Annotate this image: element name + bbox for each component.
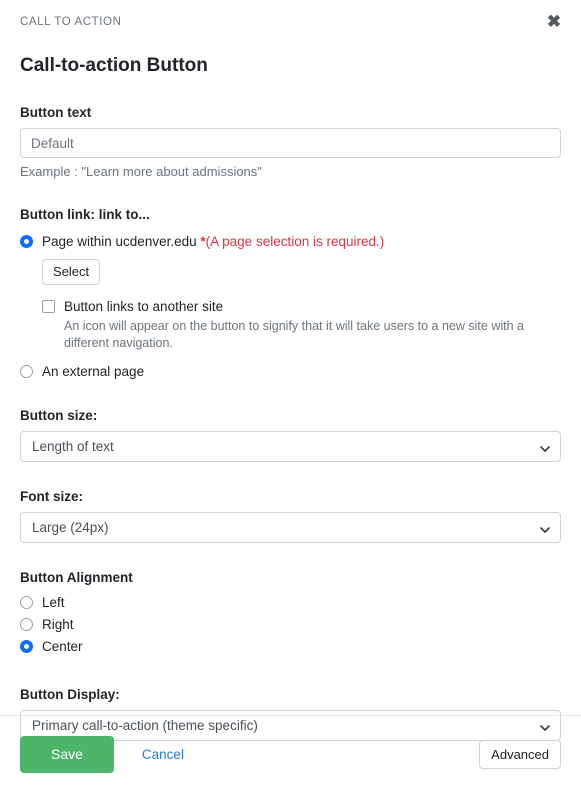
radio-external-page-label: An external page <box>42 364 145 379</box>
button-text-field-group: Button text Example : "Learn more about … <box>20 104 561 180</box>
button-link-label: Button link: link to... <box>20 207 150 222</box>
save-button[interactable]: Save <box>20 735 114 773</box>
radio-right-label: Right <box>42 617 74 632</box>
button-text-input[interactable] <box>20 128 561 158</box>
checkbox-another-site-label: Button links to another site <box>64 299 224 314</box>
button-text-help: Example : "Learn more about admissions" <box>20 164 262 179</box>
another-site-description: An icon will appear on the button to sig… <box>64 319 524 350</box>
font-size-select-wrap: Large (24px) <box>20 512 561 543</box>
radio-option-internal-page[interactable]: Page within ucdenver.edu *(A page select… <box>20 232 561 251</box>
advanced-button[interactable]: Advanced <box>479 739 561 769</box>
radio-center-label: Center <box>42 639 83 654</box>
button-link-field-group: Button link: link to... Page within ucde… <box>20 206 561 381</box>
required-message: *(A page selection is required.) <box>200 234 384 249</box>
radio-internal-page-label: Page within ucdenver.edu *(A page select… <box>42 232 384 251</box>
radio-option-right[interactable]: Right <box>20 615 561 634</box>
button-size-label: Button size: <box>20 408 98 423</box>
modal-eyebrow-label: CALL TO ACTION <box>20 16 122 28</box>
font-size-field-group: Font size: Large (24px) <box>20 488 561 543</box>
alignment-options: Left Right Center <box>20 593 561 656</box>
font-size-label: Font size: <box>20 489 83 504</box>
cancel-button[interactable]: Cancel <box>136 744 190 765</box>
close-icon[interactable]: ✖ <box>543 10 565 32</box>
font-size-select[interactable]: Large (24px) <box>20 512 561 543</box>
checkbox-option-another-site[interactable]: Button links to another site <box>42 297 561 316</box>
radio-external-page-icon[interactable] <box>20 365 33 378</box>
required-text: (A page selection is required.) <box>205 234 385 249</box>
modal-footer: Save Cancel Advanced <box>0 716 581 792</box>
modal-body: Call-to-action Button Button text Exampl… <box>0 54 581 741</box>
button-size-select-wrap: Length of text <box>20 431 561 462</box>
radio-internal-page-text: Page within ucdenver.edu <box>42 234 197 249</box>
button-display-label: Button Display: <box>20 687 120 702</box>
radio-internal-page-icon[interactable] <box>20 235 33 248</box>
select-page-button[interactable]: Select <box>42 259 101 285</box>
checkbox-another-site-icon[interactable] <box>42 300 55 313</box>
call-to-action-modal: CALL TO ACTION ✖ Call-to-action Button B… <box>0 0 581 792</box>
radio-option-left[interactable]: Left <box>20 593 561 612</box>
button-size-select[interactable]: Length of text <box>20 431 561 462</box>
button-size-field-group: Button size: Length of text <box>20 407 561 462</box>
button-alignment-field-group: Button Alignment Left Right Center <box>20 569 561 656</box>
button-text-label: Button text <box>20 105 92 120</box>
radio-left-icon[interactable] <box>20 596 33 609</box>
page-title: Call-to-action Button <box>20 55 208 76</box>
button-alignment-label: Button Alignment <box>20 570 133 585</box>
radio-option-center[interactable]: Center <box>20 637 561 656</box>
radio-center-icon[interactable] <box>20 640 33 653</box>
radio-right-icon[interactable] <box>20 618 33 631</box>
modal-header: CALL TO ACTION ✖ <box>0 0 581 32</box>
radio-option-external-page[interactable]: An external page <box>20 362 561 381</box>
radio-left-label: Left <box>42 595 65 610</box>
